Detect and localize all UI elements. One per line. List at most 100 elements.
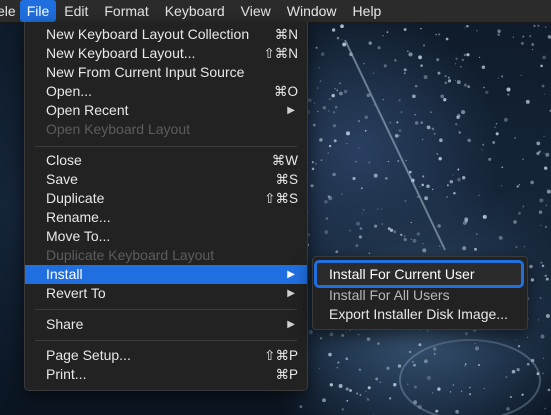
menu-view[interactable]: View (233, 0, 279, 22)
sparkle-dot (435, 409, 439, 413)
menu-item-label: Open... (46, 83, 92, 99)
sparkle-dot (404, 199, 407, 203)
submenu-item-install-all-users[interactable]: Install For All Users (313, 285, 525, 305)
submenu-arrow-icon: ▶ (287, 269, 295, 280)
submenu-item-export-disk-image[interactable]: Export Installer Disk Image... (313, 304, 525, 324)
sparkle-dot (336, 36, 340, 40)
sparkle-dot (533, 24, 536, 28)
sparkle-dot (452, 174, 454, 176)
sparkle-dot (457, 168, 460, 171)
menu-format[interactable]: Format (96, 0, 156, 22)
menu-item-new-layout[interactable]: New Keyboard Layout... ⇧⌘N (25, 44, 307, 63)
menu-item-label: Rename... (46, 209, 111, 225)
sparkle-dot (397, 159, 400, 163)
sparkle-dot (414, 121, 419, 125)
sparkle-dot (375, 377, 379, 381)
sparkle-dot (393, 230, 397, 234)
sparkle-dot (476, 29, 478, 32)
sparkle-dot (334, 88, 336, 90)
sparkle-dot (328, 352, 332, 357)
submenu-item-install-current-user[interactable]: Install For Current User (314, 260, 524, 288)
sparkle-dot (349, 389, 352, 392)
sparkle-dot (532, 49, 534, 51)
sparkle-dot (439, 138, 443, 142)
menu-item-new-collection[interactable]: New Keyboard Layout Collection ⌘N (25, 25, 307, 44)
sparkle-dot (394, 58, 397, 62)
sparkle-dot (482, 143, 485, 146)
sparkle-dot (334, 105, 338, 109)
sparkle-dot (337, 361, 340, 364)
app-menu-fragment[interactable]: ele (0, 0, 20, 22)
sparkle-dot (500, 185, 503, 187)
sparkle-dot (403, 235, 406, 238)
sparkle-dot (506, 87, 511, 92)
menu-item-revert-to[interactable]: Revert To ▶ (25, 284, 307, 303)
sparkle-dot (389, 228, 394, 232)
sparkle-dot (365, 390, 367, 393)
menu-item-new-from-input[interactable]: New From Current Input Source (25, 63, 307, 82)
sparkle-dot (336, 367, 338, 369)
menu-item-move-to[interactable]: Move To... (25, 227, 307, 246)
sparkle-dot (345, 331, 347, 333)
sparkle-dot (308, 330, 313, 335)
menu-window[interactable]: Window (279, 0, 345, 22)
menu-item-install[interactable]: Install ▶ (25, 265, 307, 284)
menu-item-save[interactable]: Save ⌘S (25, 170, 307, 189)
menu-item-open[interactable]: Open... ⌘O (25, 82, 307, 101)
sparkle-dot (437, 71, 441, 75)
menu-item-label: Save (46, 171, 78, 187)
menu-item-share[interactable]: Share ▶ (25, 315, 307, 334)
sparkle-dot (505, 376, 508, 378)
menu-keyboard[interactable]: Keyboard (157, 0, 233, 22)
submenu-arrow-icon: ▶ (287, 288, 295, 299)
menu-item-label: New From Current Input Source (46, 64, 245, 80)
sparkle-dot (456, 113, 461, 118)
menu-item-open-recent[interactable]: Open Recent ▶ (25, 101, 307, 120)
sparkle-dot (352, 176, 356, 181)
menu-edit[interactable]: Edit (56, 0, 96, 22)
sparkle-dot (332, 124, 337, 128)
menu-help[interactable]: Help (345, 0, 390, 22)
sparkle-dot (346, 131, 350, 136)
sparkle-dot (311, 167, 315, 171)
submenu-item-label: Install For All Users (329, 287, 450, 303)
sparkle-dot (492, 140, 496, 144)
sparkle-dot (436, 58, 440, 62)
sparkle-dot (376, 208, 379, 211)
sparkle-dot (413, 385, 417, 389)
menu-file[interactable]: File (19, 0, 57, 22)
menu-item-page-setup[interactable]: Page Setup... ⇧⌘P (25, 346, 307, 365)
sparkle-dot (520, 74, 522, 77)
sparkle-dot (515, 246, 518, 249)
sparkle-dot (393, 382, 397, 387)
sparkle-dot (452, 384, 455, 386)
menu-item-rename[interactable]: Rename... (25, 208, 307, 227)
sparkle-dot (355, 160, 357, 163)
sparkle-dot (464, 363, 467, 365)
menu-item-duplicate[interactable]: Duplicate ⇧⌘S (25, 189, 307, 208)
sparkle-dot (400, 110, 403, 114)
sparkle-dot (319, 337, 323, 340)
sparkle-dot (545, 314, 550, 318)
sparkle-dot (461, 58, 465, 62)
menu-item-label: Print... (46, 366, 87, 382)
menu-item-label: Share (46, 316, 84, 332)
sparkle-dot (325, 217, 329, 220)
sparkle-dot (483, 387, 485, 389)
sparkle-dot (542, 372, 544, 375)
sparkle-dot (465, 24, 469, 28)
sparkle-dot (539, 198, 544, 203)
sparkle-dot (449, 391, 452, 393)
sparkle-dot (356, 392, 359, 395)
sparkle-dot (412, 94, 416, 99)
sparkle-dot (469, 386, 471, 389)
sparkle-dot (545, 225, 548, 229)
sparkle-dot (311, 161, 314, 164)
sparkle-dot (386, 31, 389, 34)
menu-separator (35, 340, 297, 341)
sparkle-dot (299, 405, 303, 409)
sparkle-dot (317, 87, 319, 89)
menu-item-print[interactable]: Print... ⌘P (25, 365, 307, 384)
menu-item-close[interactable]: Close ⌘W (25, 151, 307, 170)
sparkle-dot (357, 333, 360, 336)
